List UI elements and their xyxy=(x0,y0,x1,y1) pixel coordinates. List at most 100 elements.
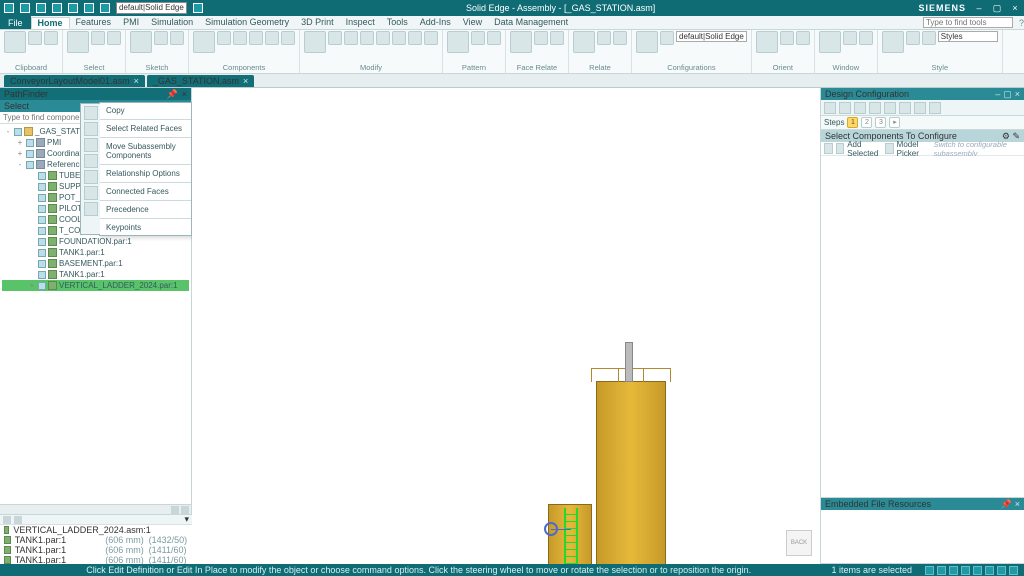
step-3[interactable]: 3 xyxy=(875,117,886,128)
ctx-tool-icon[interactable] xyxy=(84,154,98,168)
menu-tab-simulation[interactable]: Simulation xyxy=(145,17,199,29)
ribbon-icon[interactable] xyxy=(922,31,936,45)
tree-expand-icon[interactable]: + xyxy=(28,281,36,290)
ribbon-icon[interactable] xyxy=(408,31,422,45)
context-menu-item[interactable]: Select Related Faces xyxy=(100,121,191,136)
tree-expand-icon[interactable]: + xyxy=(16,138,24,147)
status-icon[interactable] xyxy=(985,566,994,575)
tree-expand-icon[interactable]: + xyxy=(16,149,24,158)
ribbon-icon[interactable] xyxy=(882,31,904,53)
status-icon[interactable] xyxy=(949,566,958,575)
tree-checkbox[interactable] xyxy=(38,249,46,257)
ctx-tool-icon[interactable] xyxy=(84,138,98,152)
context-menu-item[interactable]: Connected Faces xyxy=(100,184,191,199)
ctx-tool-icon[interactable] xyxy=(84,122,98,136)
menu-tab-simulation-geometry[interactable]: Simulation Geometry xyxy=(199,17,295,29)
qat-icon[interactable] xyxy=(84,3,94,13)
panel-nav-left-icon[interactable] xyxy=(3,516,11,524)
ribbon-icon[interactable] xyxy=(217,31,231,45)
ribbon-icon[interactable] xyxy=(304,31,326,53)
context-menu-item[interactable]: Keypoints xyxy=(100,220,191,235)
tree-checkbox[interactable] xyxy=(38,194,46,202)
tree-checkbox[interactable] xyxy=(38,271,46,279)
menu-tab-features[interactable]: Features xyxy=(70,17,118,29)
step-2[interactable]: 2 xyxy=(861,117,872,128)
find-tools-input[interactable] xyxy=(923,17,1013,28)
ribbon-icon[interactable] xyxy=(487,31,501,45)
ribbon-dropdown[interactable]: Styles xyxy=(938,31,998,42)
ribbon-icon[interactable] xyxy=(843,31,857,45)
panel-pin-icon[interactable]: 📌 xyxy=(1001,499,1012,510)
panel-max-icon[interactable]: ▢ xyxy=(1003,89,1012,100)
dc-tool-icon[interactable] xyxy=(839,102,851,114)
ribbon-icon[interactable] xyxy=(328,31,342,45)
ribbon-icon[interactable] xyxy=(392,31,406,45)
add-icon[interactable] xyxy=(824,143,833,154)
dc-tool-icon[interactable] xyxy=(854,102,866,114)
ribbon-icon[interactable] xyxy=(573,31,595,53)
tree-checkbox[interactable] xyxy=(26,161,34,169)
model-ladder-selected[interactable] xyxy=(564,508,578,564)
tree-node[interactable]: +VERTICAL_LADDER_2024.par:1 xyxy=(2,280,189,291)
scroll-right-icon[interactable] xyxy=(181,506,189,514)
tree-checkbox[interactable] xyxy=(38,282,46,290)
tree-node[interactable]: BASEMENT.par:1 xyxy=(2,258,189,269)
menu-tab-view[interactable]: View xyxy=(457,17,488,29)
ribbon-icon[interactable] xyxy=(4,31,26,53)
ribbon-icon[interactable] xyxy=(193,31,215,53)
panel-menu-icon[interactable]: ▾ xyxy=(184,514,189,525)
remove-icon[interactable] xyxy=(836,143,845,154)
ribbon-icon[interactable] xyxy=(233,31,247,45)
qat-style-dropdown[interactable]: default|Solid Edge xyxy=(116,2,187,14)
dc-tool-icon[interactable] xyxy=(899,102,911,114)
menu-tab-home[interactable]: Home xyxy=(31,17,70,29)
ribbon-icon[interactable] xyxy=(756,31,778,53)
ribbon-icon[interactable] xyxy=(447,31,469,53)
ribbon-dropdown[interactable]: default|Solid Edge xyxy=(676,31,747,42)
ctx-tool-icon[interactable] xyxy=(84,106,98,120)
status-icon[interactable] xyxy=(997,566,1006,575)
ribbon-icon[interactable] xyxy=(471,31,485,45)
design-config-body[interactable] xyxy=(821,156,1024,497)
ribbon-icon[interactable] xyxy=(534,31,548,45)
tree-checkbox[interactable] xyxy=(38,238,46,246)
efr-body[interactable] xyxy=(821,510,1024,563)
step-4[interactable]: ▸ xyxy=(889,117,900,128)
occurrence-row[interactable]: TANK1.par:1(606 mm)(1432/50) xyxy=(0,535,192,545)
ribbon-icon[interactable] xyxy=(154,31,168,45)
ribbon-icon[interactable] xyxy=(170,31,184,45)
menu-tab-tools[interactable]: Tools xyxy=(381,17,414,29)
ribbon-icon[interactable] xyxy=(344,31,358,45)
ribbon-icon[interactable] xyxy=(28,31,42,45)
steering-wheel[interactable] xyxy=(544,522,574,536)
ribbon-icon[interactable] xyxy=(281,31,295,45)
context-menu-item[interactable]: Relationship Options xyxy=(100,166,191,181)
steering-axis-icon[interactable] xyxy=(551,529,571,530)
tree-checkbox[interactable] xyxy=(38,216,46,224)
menu-tab-pmi[interactable]: PMI xyxy=(117,17,145,29)
model-picker-button[interactable]: Model Picker xyxy=(897,140,931,158)
panel-close-icon[interactable]: × xyxy=(182,89,187,100)
tree-checkbox[interactable] xyxy=(26,150,34,158)
tree-checkbox[interactable] xyxy=(38,205,46,213)
tab-close-icon[interactable]: × xyxy=(134,76,139,86)
panel-pin-icon[interactable]: 📌 xyxy=(167,89,178,100)
menu-tab-add-ins[interactable]: Add-Ins xyxy=(414,17,457,29)
ribbon-icon[interactable] xyxy=(660,31,674,45)
ribbon-icon[interactable] xyxy=(597,31,611,45)
minimize-button[interactable]: – xyxy=(974,3,984,13)
qat-dropdown-icon[interactable] xyxy=(193,3,203,13)
ctx-tool-icon[interactable] xyxy=(84,202,98,216)
occurrence-row[interactable]: VERTICAL_LADDER_2024.asm:1 xyxy=(0,525,192,535)
tree-node[interactable]: TANK1.par:1 xyxy=(2,269,189,280)
tree-checkbox[interactable] xyxy=(38,172,46,180)
ribbon-icon[interactable] xyxy=(424,31,438,45)
panel-close-icon[interactable]: × xyxy=(1015,89,1020,100)
tree-checkbox[interactable] xyxy=(14,128,22,136)
scroll-left-icon[interactable] xyxy=(171,506,179,514)
ribbon-icon[interactable] xyxy=(265,31,279,45)
status-icon[interactable] xyxy=(925,566,934,575)
tree-node[interactable]: TANK1.par:1 xyxy=(2,247,189,258)
tree-checkbox[interactable] xyxy=(38,260,46,268)
ribbon-icon[interactable] xyxy=(360,31,374,45)
